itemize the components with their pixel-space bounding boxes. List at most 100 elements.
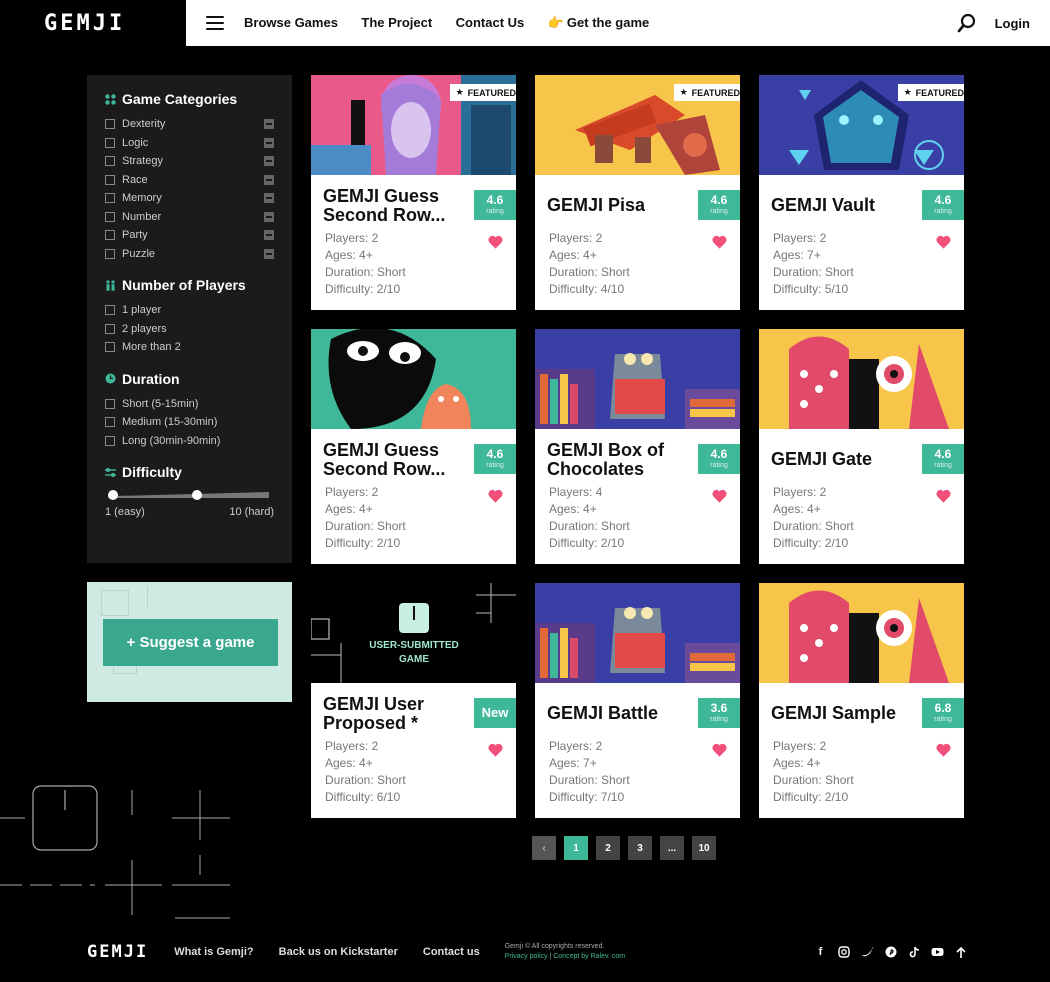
checkbox[interactable]: [105, 174, 115, 185]
page-button[interactable]: 1: [564, 836, 588, 860]
twitter-icon[interactable]: [861, 946, 874, 958]
checkbox[interactable]: [105, 156, 115, 167]
game-thumbnail[interactable]: ★ FEATURED: [311, 75, 516, 175]
game-card[interactable]: GEMJI Battle 3.6 rating Players: 2 Ages: …: [535, 583, 740, 818]
game-thumbnail[interactable]: [759, 329, 964, 429]
checkbox[interactable]: [105, 137, 115, 148]
game-thumbnail[interactable]: [535, 329, 740, 429]
nav-browse-games[interactable]: Browse Games: [244, 15, 338, 30]
suggest-game-button[interactable]: + Suggest a game: [103, 619, 278, 666]
category-option[interactable]: Logic: [105, 134, 274, 153]
game-card[interactable]: USER-SUBMITTED GAME GEMJI User Proposed …: [311, 583, 516, 818]
collapse-icon[interactable]: [264, 248, 274, 259]
category-option[interactable]: Number: [105, 208, 274, 227]
game-card[interactable]: ★ FEATURED GEMJI Guess Second Row... 4.6 r…: [311, 75, 516, 310]
heart-icon[interactable]: [936, 235, 951, 249]
game-thumbnail[interactable]: [311, 329, 516, 429]
game-card[interactable]: GEMJI Box of Chocolates 4.6 rating Player…: [535, 329, 740, 564]
collapse-icon[interactable]: [264, 119, 274, 130]
tiktok-icon[interactable]: [908, 946, 920, 958]
game-title[interactable]: GEMJI Pisa: [547, 196, 697, 215]
game-title[interactable]: GEMJI Guess Second Row...: [323, 441, 473, 479]
game-thumbnail[interactable]: USER-SUBMITTED GAME: [311, 583, 516, 683]
checkbox[interactable]: [105, 342, 115, 353]
checkbox[interactable]: [105, 435, 115, 446]
checkbox[interactable]: [105, 211, 115, 222]
duration-option[interactable]: Long (30min-90min): [105, 432, 274, 451]
players-option[interactable]: More than 2: [105, 338, 274, 357]
game-title[interactable]: GEMJI Box of Chocolates: [547, 441, 697, 479]
game-thumbnail[interactable]: [759, 583, 964, 683]
logo[interactable]: GEMJI: [44, 11, 125, 36]
footer-link-kickstarter[interactable]: Back us on Kickstarter: [279, 946, 398, 958]
game-card[interactable]: ★ FEATURED GEMJI Pisa 4.6 rating Players: …: [535, 75, 740, 310]
instagram-icon[interactable]: [838, 946, 850, 958]
category-option[interactable]: Memory: [105, 189, 274, 208]
privacy-policy-link[interactable]: Privacy policy: [505, 953, 548, 960]
checkbox[interactable]: [105, 398, 115, 409]
game-title[interactable]: GEMJI Guess Second Row...: [323, 187, 473, 225]
game-card[interactable]: GEMJI Guess Second Row... 4.6 rating Play…: [311, 329, 516, 564]
game-title[interactable]: GEMJI Vault: [771, 196, 921, 215]
pinterest-icon[interactable]: [885, 946, 897, 958]
arrow-up-icon[interactable]: [955, 946, 967, 959]
game-card[interactable]: GEMJI Sample 6.8 rating Players: 2 Ages: …: [759, 583, 964, 818]
checkbox[interactable]: [105, 305, 115, 316]
collapse-icon[interactable]: [264, 230, 274, 241]
slider-handle-min[interactable]: [108, 490, 118, 500]
game-title[interactable]: GEMJI User Proposed *: [323, 695, 473, 733]
login-link[interactable]: Login: [995, 16, 1030, 31]
checkbox[interactable]: [105, 417, 115, 428]
facebook-icon[interactable]: f: [814, 946, 827, 958]
footer-logo[interactable]: GEMJI: [87, 942, 148, 962]
footer-link-contact[interactable]: Contact us: [423, 946, 480, 958]
game-title[interactable]: GEMJI Gate: [771, 450, 921, 469]
players-option[interactable]: 1 player: [105, 301, 274, 320]
category-option[interactable]: Race: [105, 171, 274, 190]
page-button[interactable]: 2: [596, 836, 620, 860]
credit-link[interactable]: Concept by Ralev. com: [553, 953, 625, 960]
heart-icon[interactable]: [712, 743, 727, 757]
nav-contact-us[interactable]: Contact Us: [456, 15, 525, 30]
youtube-icon[interactable]: [931, 947, 944, 957]
heart-icon[interactable]: [488, 235, 503, 249]
heart-icon[interactable]: [488, 743, 503, 757]
difficulty-slider[interactable]: [108, 488, 269, 502]
duration-option[interactable]: Short (5-15min): [105, 395, 274, 414]
collapse-icon[interactable]: [264, 174, 274, 185]
nav-the-project[interactable]: The Project: [361, 15, 432, 30]
collapse-icon[interactable]: [264, 193, 274, 204]
heart-icon[interactable]: [712, 489, 727, 503]
previous-page-button[interactable]: ‹: [532, 836, 556, 860]
category-option[interactable]: Puzzle: [105, 245, 274, 264]
category-option[interactable]: Party: [105, 226, 274, 245]
page-button[interactable]: 3: [628, 836, 652, 860]
checkbox[interactable]: [105, 193, 115, 204]
category-option[interactable]: Dexterity: [105, 115, 274, 134]
collapse-icon[interactable]: [264, 156, 274, 167]
nav-get-the-game[interactable]: 👉 Get the game: [548, 15, 650, 30]
game-thumbnail[interactable]: [535, 583, 740, 683]
footer-link-what-is-gemji[interactable]: What is Gemji?: [174, 946, 253, 958]
heart-icon[interactable]: [936, 489, 951, 503]
checkbox[interactable]: [105, 323, 115, 334]
game-thumbnail[interactable]: ★ FEATURED: [759, 75, 964, 175]
collapse-icon[interactable]: [264, 211, 274, 222]
heart-icon[interactable]: [712, 235, 727, 249]
game-title[interactable]: GEMJI Sample: [771, 704, 921, 723]
checkbox[interactable]: [105, 230, 115, 241]
checkbox[interactable]: [105, 119, 115, 130]
heart-icon[interactable]: [936, 743, 951, 757]
slider-handle-max[interactable]: [191, 490, 202, 500]
game-card[interactable]: GEMJI Gate 4.6 rating Players: 2 Ages: 4+…: [759, 329, 964, 564]
page-button[interactable]: 10: [692, 836, 716, 860]
category-option[interactable]: Strategy: [105, 152, 274, 171]
heart-icon[interactable]: [488, 489, 503, 503]
game-thumbnail[interactable]: ★ FEATURED: [535, 75, 740, 175]
game-card[interactable]: ★ FEATURED GEMJI Vault 4.6 rating Players:…: [759, 75, 964, 310]
players-option[interactable]: 2 players: [105, 320, 274, 339]
hamburger-menu-icon[interactable]: [206, 16, 224, 30]
game-title[interactable]: GEMJI Battle: [547, 704, 697, 723]
duration-option[interactable]: Medium (15-30min): [105, 413, 274, 432]
search-icon[interactable]: [957, 13, 977, 33]
